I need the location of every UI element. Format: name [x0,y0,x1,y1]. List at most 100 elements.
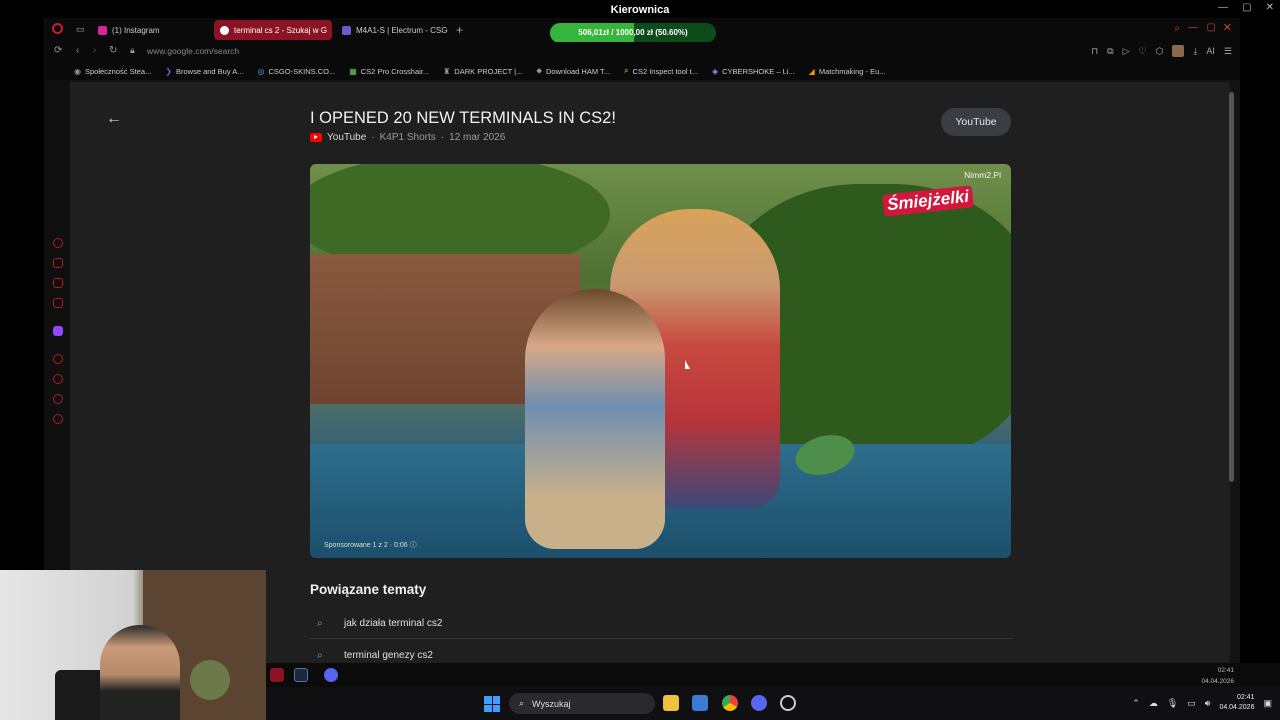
minimize-browser-button[interactable]: — [1188,22,1198,33]
maximize-button[interactable]: ▢ [1242,2,1251,13]
chat-icon[interactable] [53,394,63,404]
open-youtube-button[interactable]: YouTube [941,108,1011,136]
shop-icon[interactable] [53,258,63,268]
bookmark-browse-buy[interactable]: ❯ Browse and Buy A... [165,67,243,76]
video-title[interactable]: I OPENED 20 NEW TERMINALS IN CS2! [310,109,616,128]
video-player[interactable]: Nimm2.Pl Śmiejżelki Sponsorowane 1 z 2 ·… [310,164,1011,558]
windows-taskbar: ⌕ Wyszukaj ⌃ ☁ 🎙︎ ▭ 🔊︎ 02:41 04.04.2026 … [266,687,1280,720]
webcam-streamer [100,625,180,720]
bookmark-matchmaking[interactable]: ◢ Matchmaking - Eu... [809,67,886,76]
search-icon: ⌕ [317,649,323,661]
reload-icon[interactable]: ⟳ [54,45,62,56]
bookmark-steam-community[interactable]: ◉ Społeczność Stea... [74,67,151,76]
lock-icon[interactable]: 🔒︎ [130,45,135,56]
opera-taskbar-icon[interactable] [270,668,284,682]
bookmark-cybershoke[interactable]: ◈ CYBERSHOKE – Li... [712,67,795,76]
refresh-icon[interactable]: ↻ [109,45,117,56]
bookmark-dark-project[interactable]: ♜ DARK PROJECT |... [443,67,522,76]
related-topic-label: jak działa terminal cs2 [344,618,443,629]
tab-manager-icon[interactable]: ▭ [76,24,85,35]
file-explorer-icon[interactable] [663,695,679,711]
search-tabs-icon[interactable]: ⌕ [1174,23,1180,34]
opera-menu-icon[interactable] [52,23,63,34]
mouse-cursor-icon [685,360,690,369]
bookmark-cs2-crosshair[interactable]: ▦ CS2 Pro Crosshair... [349,67,429,76]
search-icon: ⌕ [317,618,323,629]
bookmark-icon[interactable]: ⊓ [1091,46,1098,57]
page-scrollbar[interactable] [1228,84,1236,660]
secondary-taskbar: 02:41 04.04.2026 [266,663,1280,687]
sidebar-icons [50,238,66,434]
twitch-icon[interactable] [53,326,63,336]
history-icon[interactable] [53,238,63,248]
cloud-icon[interactable]: ☁ [1149,698,1158,709]
settings-icon[interactable] [53,414,63,424]
url-field[interactable]: www.google.com/search [147,46,239,56]
maximize-browser-button[interactable]: ▢ [1207,22,1216,33]
clock-icon[interactable] [53,374,63,384]
globe-icon: ◎ [257,66,265,76]
related-topic-item[interactable]: ⌕ jak działa terminal cs2 [310,609,1013,639]
steering-wheel-icon[interactable] [780,695,796,711]
related-topic-label: terminal genezy cs2 [344,649,433,661]
tab-instagram[interactable]: (1) Instagram [92,20,210,40]
profile-avatar[interactable] [1172,45,1185,57]
electrum-icon [342,25,351,35]
bookmark-label: CYBERSHOKE – Li... [722,66,795,76]
bookmark-download-ham[interactable]: ⬥ Download HAM T... [536,66,610,76]
tab-electrum[interactable]: M4A1-S | Electrum - CSGO [336,20,448,40]
network-icon[interactable]: ▭ [1187,698,1196,709]
discord-icon[interactable] [751,695,767,711]
back-icon[interactable]: ‹ [76,45,79,56]
search-icon: ⌕ [624,66,629,75]
bookmark-icon: ❯ [165,66,172,76]
player-icon[interactable] [53,354,63,364]
youtube-icon [310,133,322,142]
microphone-icon[interactable]: 🎙︎ [1167,698,1178,709]
chrome-icon[interactable] [722,695,738,711]
tab-label: M4A1-S | Electrum - CSGO [356,25,448,35]
bookmark-label: CS2 Pro Crosshair... [360,66,430,76]
bookmark-cs2-inspect[interactable]: ⌕ CS2 Inspect tool t... [624,66,698,76]
taskbar-clock[interactable]: 02:41 04.04.2026 [1219,693,1254,713]
clock-date: 04.04.2026 [1219,704,1255,711]
x-icon[interactable] [53,298,63,308]
close-button[interactable]: ✕ [1266,2,1274,13]
notification-icon[interactable]: ▣ [1263,698,1272,709]
publish-date: 12 mar 2026 [449,132,506,143]
tab-terminal-search[interactable]: terminal cs 2 - Szukaj w G [214,20,332,40]
store-icon[interactable] [692,695,708,711]
window-controls: — ▢ ✕ [1218,2,1274,13]
snapshot-icon[interactable]: ⧉ [1107,46,1113,57]
minimize-button[interactable]: — [1218,2,1228,13]
back-arrow-icon[interactable]: ← [106,110,122,128]
forward-icon[interactable]: › [93,45,96,56]
discord-taskbar-icon[interactable] [324,668,338,682]
bookmark-csgo-skins[interactable]: ◎ CSGO-SKINS.CO... [258,67,336,76]
dark-project-icon: ♜ [443,66,451,76]
taskbar-search[interactable]: ⌕ Wyszukaj [509,693,655,714]
bookmarks-bar: ◉ Społeczność Stea... ❯ Browse and Buy A..… [46,62,1240,80]
separator: · [371,132,375,143]
windows-start-icon[interactable] [484,696,500,712]
ai-label: AI [1206,46,1215,56]
bookmark-label: Download HAM T... [545,66,611,76]
extensions-icon[interactable]: ⬡ [1156,46,1164,57]
menu-icon[interactable]: ☰ [1224,46,1232,57]
messenger-icon[interactable] [53,278,63,288]
downloads-icon[interactable]: ⤓ [1193,46,1197,57]
mini-time: 02:41 [1217,667,1234,674]
sponsored-label[interactable]: Sponsorowane 1 z 2 · 0:06 ⓘ [324,540,417,550]
scrollbar-thumb[interactable] [1229,92,1234,482]
channel-name: K4P1 Shorts [379,132,436,143]
speaker-icon[interactable]: 🔊︎ [1205,698,1211,709]
heart-icon[interactable]: ♡ [1138,46,1146,57]
bookmark-label: CSGO-SKINS.CO... [268,66,336,76]
ai-button[interactable]: AI [1206,46,1215,56]
play-icon[interactable]: ▷ [1123,46,1130,57]
chevron-up-icon[interactable]: ⌃ [1132,698,1140,709]
new-tab-button[interactable]: + [456,23,463,37]
steam-taskbar-icon[interactable] [294,668,308,682]
bookmark-label: Browse and Buy A... [175,66,244,76]
close-browser-button[interactable]: ✕ [1223,21,1232,34]
